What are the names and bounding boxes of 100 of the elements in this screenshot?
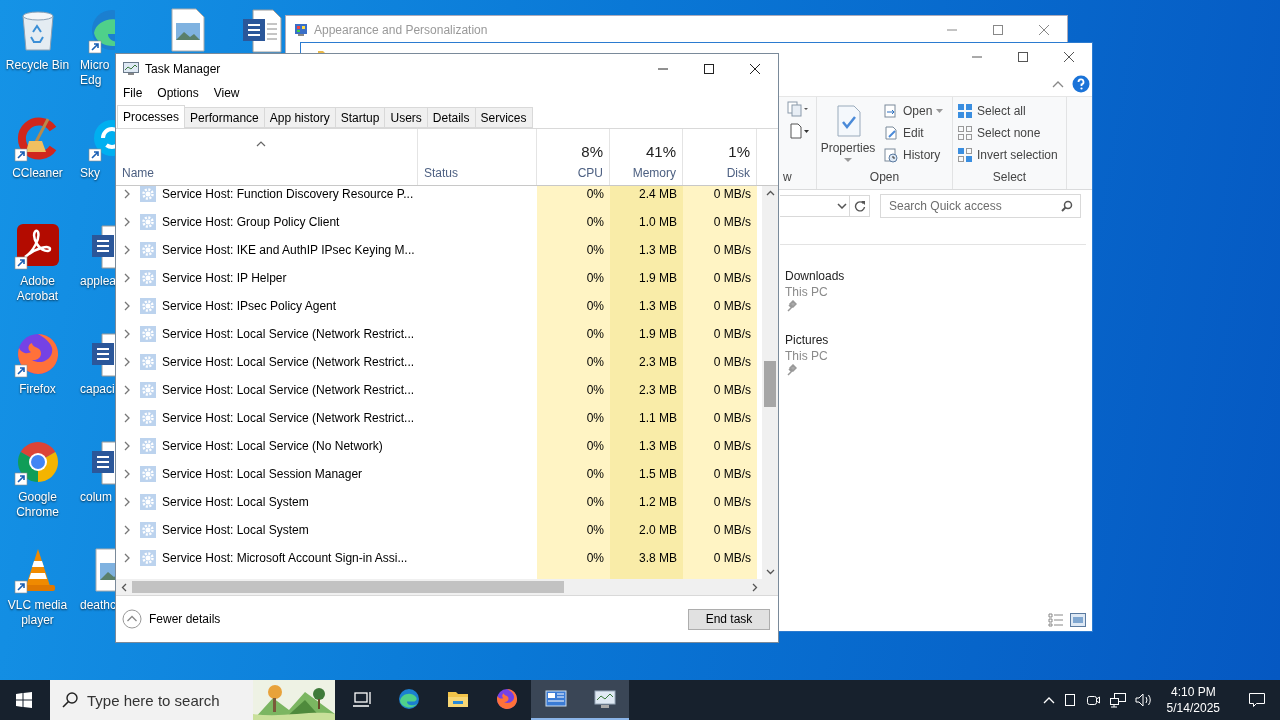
tab[interactable]: Services xyxy=(475,107,533,128)
ribbon-button[interactable]: Edit xyxy=(879,122,949,144)
end-task-button[interactable]: End task xyxy=(688,608,770,630)
process-name[interactable]: Service Host: Local Service (Network Restrict... xyxy=(162,411,415,425)
scrollbar-thumb[interactable] xyxy=(764,361,776,407)
expand-chevron-icon[interactable] xyxy=(123,497,131,507)
menu-item[interactable]: File xyxy=(118,86,148,100)
ribbon-button[interactable]: Invert selection xyxy=(953,144,1066,166)
expand-chevron-icon[interactable] xyxy=(123,441,131,451)
process-name[interactable]: Service Host: IPsec Policy Agent xyxy=(162,299,337,313)
table-cell-text: 1.2 MB xyxy=(638,495,678,509)
process-name[interactable]: Service Host: Local Service (No Network) xyxy=(162,439,383,453)
process-name[interactable]: Service Host: Local Session Manager xyxy=(162,467,363,481)
tab[interactable]: Processes xyxy=(117,105,186,128)
expand-chevron-icon[interactable] xyxy=(123,357,131,367)
thumbnail-view-icon[interactable] xyxy=(1070,613,1086,627)
tab[interactable]: Users xyxy=(385,107,428,128)
scroll-down-icon[interactable] xyxy=(765,569,775,575)
chevron-circle-icon xyxy=(122,609,142,629)
gear-icon xyxy=(140,410,156,426)
gear-icon xyxy=(140,214,156,230)
process-name[interactable]: Service Host: IKE and AuthIP IPsec Keying M... xyxy=(162,243,415,257)
volume-icon[interactable] xyxy=(1134,692,1153,708)
process-name[interactable]: Service Host: Group Policy Client xyxy=(162,215,340,229)
menu-item[interactable]: Options xyxy=(152,86,204,100)
process-name[interactable]: Service Host: IP Helper xyxy=(162,271,287,285)
column-header[interactable]: Memory xyxy=(632,166,676,180)
clock[interactable]: 4:10 PM 5/14/2025 xyxy=(1160,684,1226,716)
process-name[interactable]: Service Host: Function Discovery Resource P... xyxy=(162,187,414,201)
expand-chevron-icon[interactable] xyxy=(123,385,131,395)
folder-name[interactable]: Downloads xyxy=(785,268,845,284)
icon-label[interactable]: applea xyxy=(80,274,117,289)
expand-chevron-icon[interactable] xyxy=(123,217,131,227)
gear-icon xyxy=(140,242,156,258)
refresh-icon xyxy=(853,200,866,212)
ribbon-button[interactable]: Select all xyxy=(953,100,1066,122)
gear-icon xyxy=(140,382,156,398)
help-icon[interactable] xyxy=(1072,74,1090,93)
process-name[interactable]: Service Host: Local Service (Network Restrict... xyxy=(162,355,415,369)
column-header[interactable]: CPU xyxy=(577,166,603,180)
close-icon[interactable] xyxy=(750,63,760,74)
icon-label[interactable]: deathc xyxy=(80,598,117,613)
folder-name[interactable]: Pictures xyxy=(785,332,829,348)
column-header[interactable]: Status xyxy=(424,166,530,180)
ribbon-button[interactable]: History xyxy=(879,144,949,166)
expand-chevron-icon[interactable] xyxy=(123,553,131,563)
table-cell-text: 0 MB/s xyxy=(712,495,752,509)
properties-button[interactable]: Properties xyxy=(817,100,879,166)
network-icon[interactable] xyxy=(1108,692,1127,708)
expand-chevron-icon[interactable] xyxy=(123,413,131,423)
scroll-right-icon[interactable] xyxy=(752,582,758,592)
scroll-up-icon[interactable] xyxy=(765,190,775,196)
process-name[interactable]: Service Host: Local Service (Network Restrict... xyxy=(162,327,415,341)
search-field[interactable]: Search Quick access xyxy=(880,194,1081,218)
ribbon-button[interactable]: Select none xyxy=(953,122,1066,144)
process-name[interactable]: Service Host: Local System xyxy=(162,523,309,537)
icon-label[interactable]: colum xyxy=(80,490,112,505)
expand-chevron-icon[interactable] xyxy=(123,189,131,199)
tab[interactable]: Details xyxy=(427,107,476,128)
ribbon-button[interactable]: Open xyxy=(879,100,949,122)
maximize-icon[interactable] xyxy=(704,63,714,74)
table-cell-text: 0 MB/s xyxy=(712,523,752,537)
fewer-details-link[interactable]: Fewer details xyxy=(122,609,221,629)
close-icon[interactable] xyxy=(1064,52,1074,62)
icon-label[interactable]: Google Chrome xyxy=(16,490,59,520)
expand-chevron-icon[interactable] xyxy=(123,329,131,339)
maximize-icon[interactable] xyxy=(1018,52,1028,62)
tab[interactable]: Performance xyxy=(185,107,265,128)
search-field[interactable]: Type here to search xyxy=(87,691,247,709)
table-cell-text: 0 MB/s xyxy=(712,187,752,201)
process-name[interactable]: Service Host: Local System xyxy=(162,495,309,509)
tab[interactable]: App history xyxy=(264,107,336,128)
table-cell-text: 0 MB/s xyxy=(712,355,752,369)
process-name[interactable]: Service Host: Local Service (Network Restrict... xyxy=(162,383,415,397)
expand-chevron-icon[interactable] xyxy=(123,469,131,479)
refresh-button[interactable] xyxy=(850,195,870,217)
search-icon xyxy=(1061,200,1073,212)
tab[interactable]: Startup xyxy=(335,107,386,128)
details-view-icon[interactable] xyxy=(1048,613,1064,627)
column-header[interactable]: Name xyxy=(122,166,411,180)
menu-item[interactable]: View xyxy=(208,86,245,100)
horizontal-scrollbar[interactable] xyxy=(116,579,762,595)
column-header[interactable]: Disk xyxy=(726,166,750,180)
process-name[interactable]: Service Host: Microsoft Account Sign-in Assi... xyxy=(162,551,408,565)
square-icon[interactable] xyxy=(1062,693,1077,707)
table-cell-text: 0 MB/s xyxy=(712,299,752,313)
taskbar-button[interactable] xyxy=(580,680,629,720)
table-cell-text: 2.4 MB xyxy=(638,187,678,201)
expand-chevron-icon[interactable] xyxy=(123,301,131,311)
window-title: Task Manager xyxy=(145,61,222,76)
scroll-left-icon[interactable] xyxy=(121,582,127,592)
icon-label[interactable]: VLC media player xyxy=(7,598,68,628)
taskbar-button[interactable] xyxy=(531,680,580,720)
vertical-scrollbar[interactable] xyxy=(762,186,778,579)
expand-chevron-icon[interactable] xyxy=(123,525,131,535)
group-label: Open xyxy=(868,170,901,186)
expand-chevron-icon[interactable] xyxy=(123,273,131,283)
scrollbar-thumb[interactable] xyxy=(132,581,564,593)
icon-label[interactable]: capaci xyxy=(80,382,115,397)
expand-chevron-icon[interactable] xyxy=(123,245,131,255)
